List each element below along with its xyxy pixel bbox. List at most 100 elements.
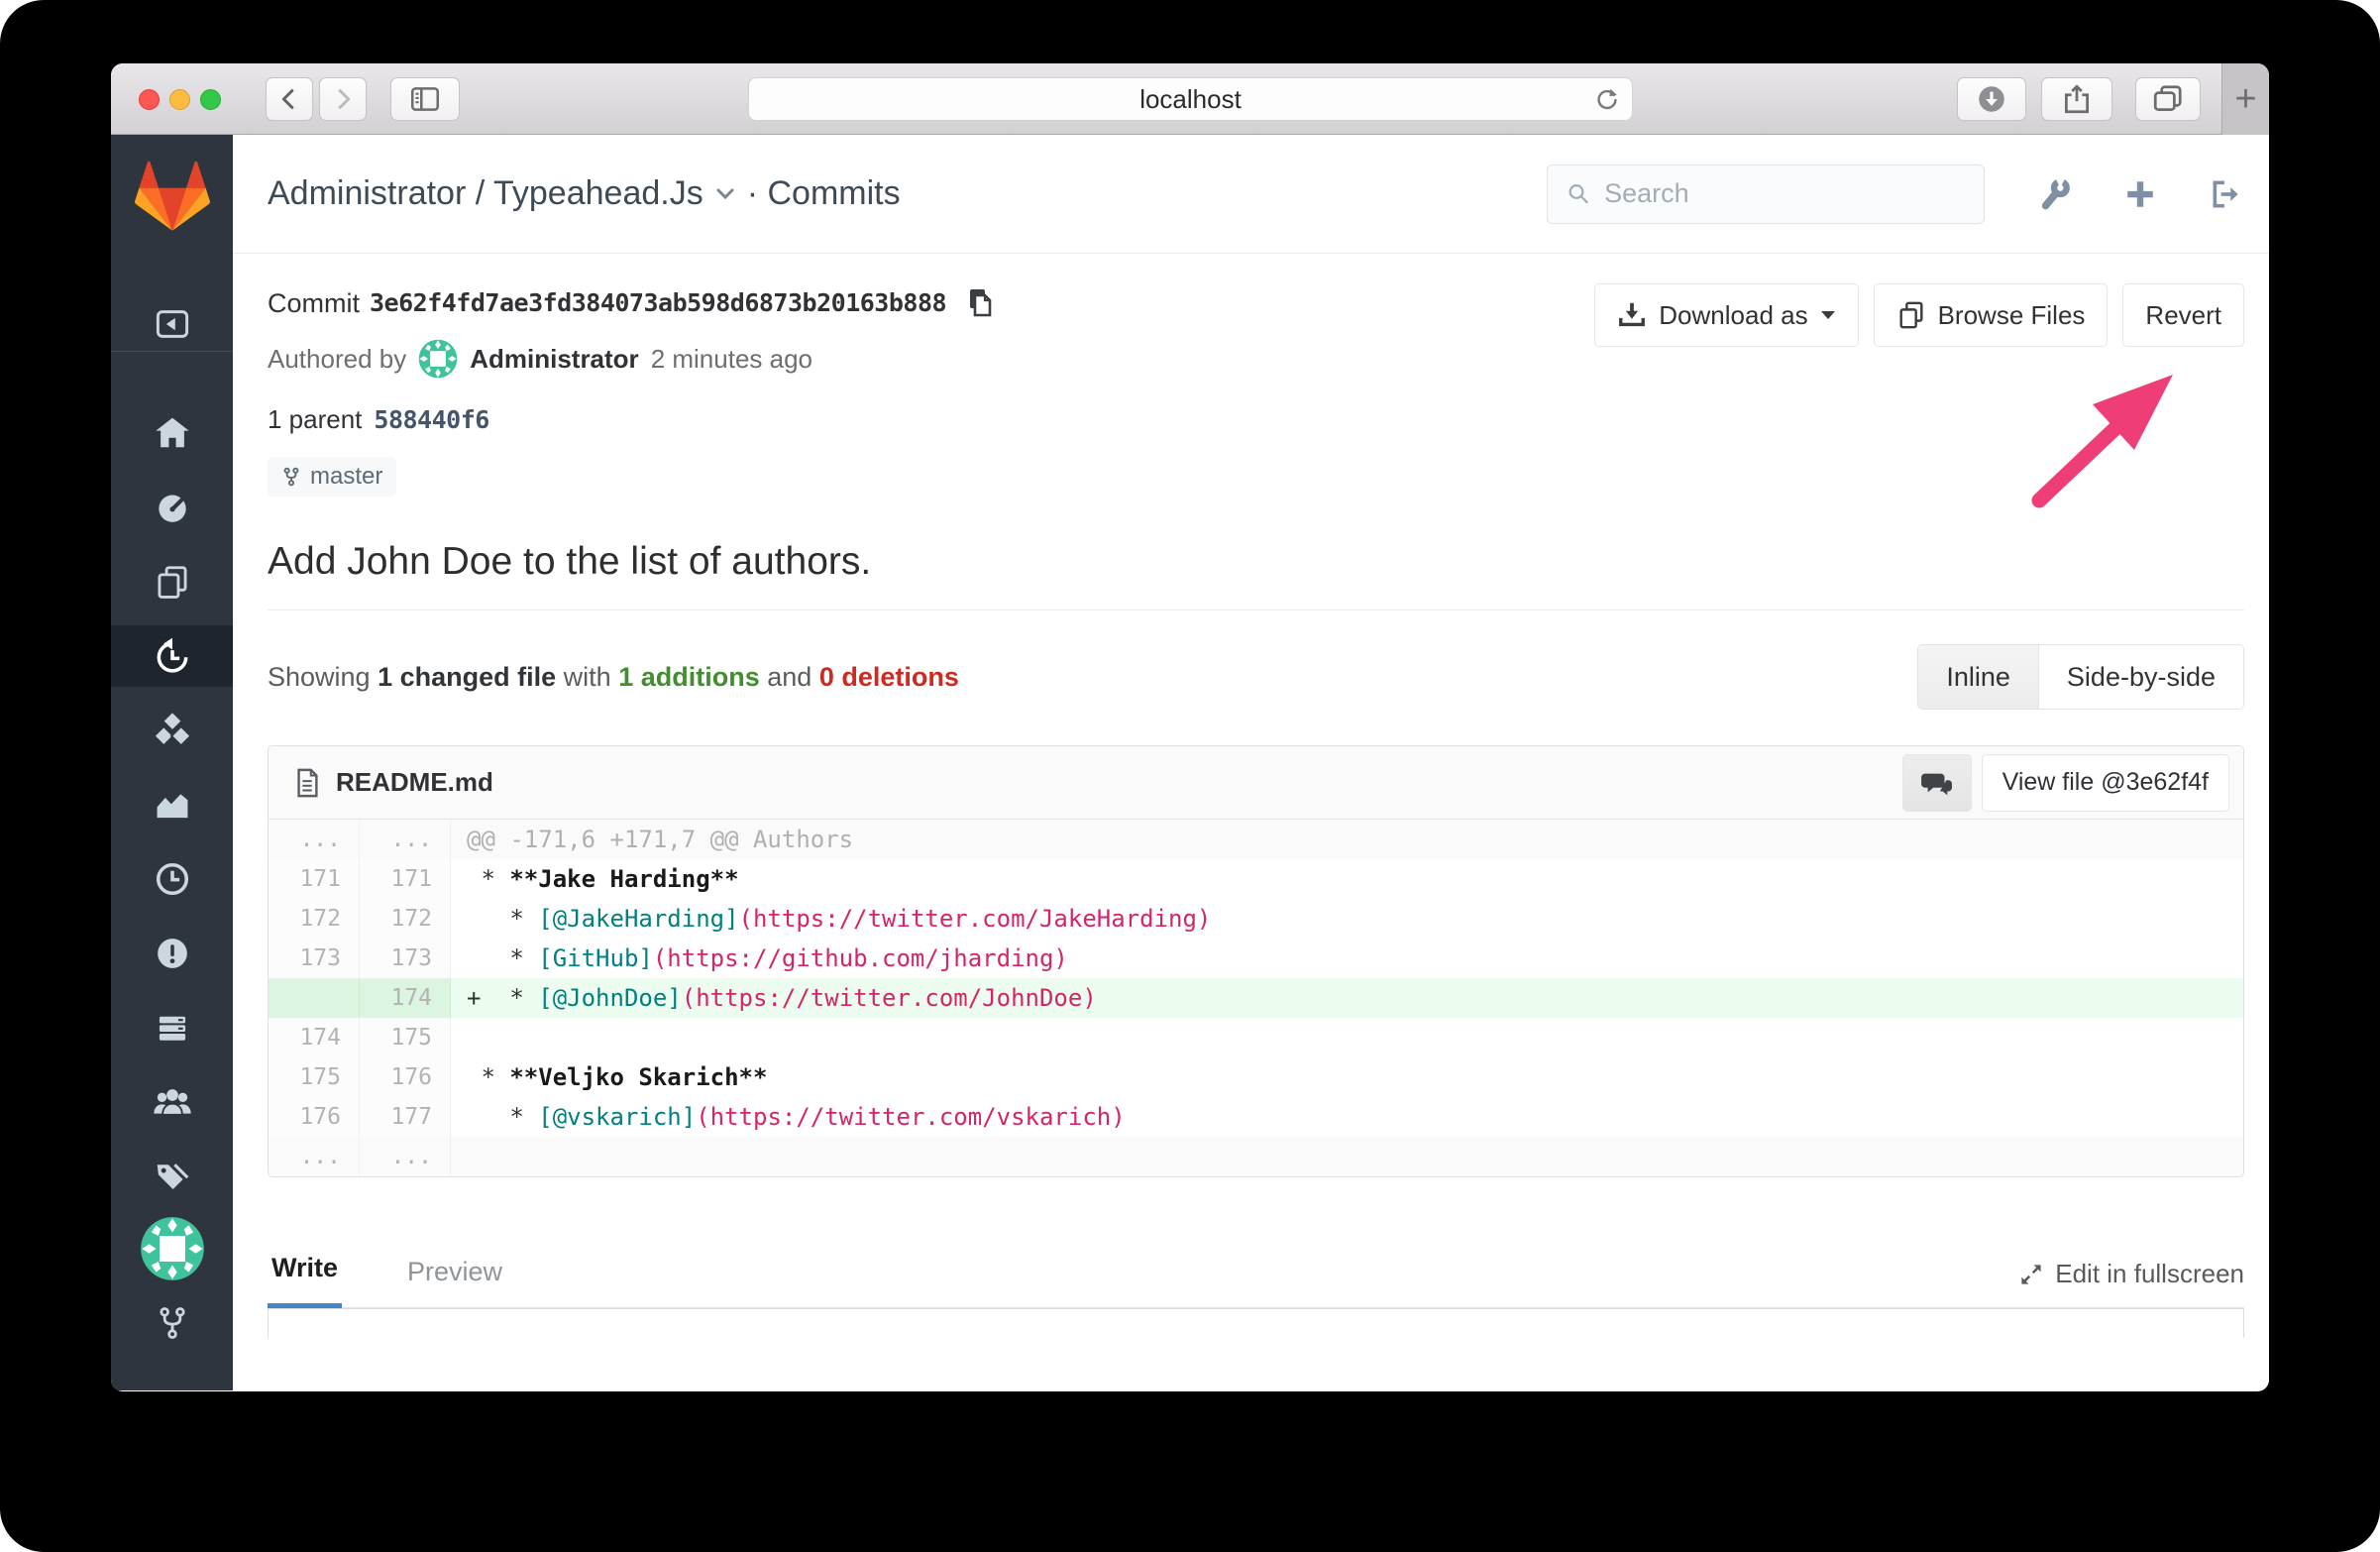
new-line-number[interactable]: 173 (360, 939, 451, 978)
old-line-number[interactable]: 174 (269, 1018, 360, 1057)
share-icon (2064, 84, 2090, 114)
close-window-button[interactable] (139, 89, 160, 110)
author-avatar[interactable] (418, 339, 458, 379)
old-line-number[interactable]: 172 (269, 899, 360, 939)
diff-code-line: @@ -171,6 +171,7 @@ Authors (451, 820, 2243, 859)
download-icon (1619, 302, 1646, 327)
old-line-number[interactable]: ... (269, 820, 360, 859)
sidebar-item-milestones[interactable] (111, 848, 233, 910)
edit-in-fullscreen-link[interactable]: Edit in fullscreen (2017, 1259, 2244, 1307)
copy-to-clipboard-icon[interactable] (962, 286, 994, 320)
search-box[interactable] (1547, 164, 1985, 224)
chevron-down-icon[interactable] (715, 187, 735, 201)
sidebar-item-members[interactable] (111, 1071, 233, 1133)
new-tab-button[interactable]: + (2221, 63, 2269, 135)
address-bar[interactable]: localhost (748, 77, 1633, 121)
sidebar-collapse-button[interactable] (111, 293, 233, 355)
diff-code-line: * [GitHub](https://github.com/jharding) (467, 944, 1068, 972)
edit-in-fullscreen-label: Edit in fullscreen (2055, 1259, 2244, 1288)
screenshot-canvas: localhost + Administrator / Typeahead.Js… (0, 0, 2380, 1552)
parent-sha-link[interactable]: 588440f6 (374, 405, 489, 434)
tab-overview-button[interactable] (2135, 77, 2201, 121)
files-copy-icon (158, 566, 186, 599)
caret-down-icon (1820, 311, 1835, 319)
refresh-icon (1597, 88, 1617, 110)
author-name[interactable]: Administrator (470, 344, 638, 375)
new-line-number[interactable]: 171 (360, 859, 451, 899)
sidebar-item-files[interactable] (111, 551, 233, 612)
tab-preview[interactable]: Preview (403, 1243, 506, 1307)
comment-textarea[interactable] (268, 1308, 2244, 1338)
old-line-number[interactable]: ... (269, 1137, 360, 1176)
old-line-number[interactable]: 171 (269, 859, 360, 899)
project-title[interactable]: Administrator / Typeahead.Js (268, 174, 703, 213)
sidebar-toggle-button[interactable] (390, 77, 460, 121)
new-line-number[interactable]: 177 (360, 1097, 451, 1137)
download-as-label: Download as (1659, 299, 1808, 330)
old-line-number[interactable]: 176 (269, 1097, 360, 1137)
tab-write[interactable]: Write (268, 1239, 343, 1308)
sidebar-item-fork[interactable] (111, 1292, 233, 1354)
parent-label: 1 parent (268, 404, 363, 434)
diff-row: 174 175 (269, 1018, 2243, 1057)
history-icon (157, 637, 187, 673)
sidebar-item-commits[interactable] (111, 625, 233, 687)
diff-code-line: * [@vskarich](https://twitter.com/vskari… (467, 1103, 1126, 1131)
sidebar-item-builds[interactable] (111, 700, 233, 761)
new-line-number[interactable]: 174 (360, 978, 451, 1018)
old-line-number[interactable]: 175 (269, 1057, 360, 1097)
view-file-button[interactable]: View file @3e62f4f (1981, 753, 2229, 812)
chevron-right-icon (338, 89, 351, 109)
side-by-side-toggle[interactable]: Side-by-side (2038, 645, 2243, 709)
diff-file-name[interactable]: README.md (336, 767, 493, 798)
sidebar-item-projects[interactable] (111, 402, 233, 464)
diff-row: ...... (269, 1137, 2243, 1176)
new-line-number[interactable]: 176 (360, 1057, 451, 1097)
comment-form-tabs: Write Preview Edit in fullscreen (268, 1239, 2244, 1308)
branch-badge[interactable]: master (268, 457, 397, 497)
commit-time: 2 minutes ago (650, 343, 813, 374)
minimize-window-button[interactable] (169, 89, 190, 110)
back-button[interactable] (266, 77, 313, 121)
diff-row: 173 173 * [GitHub](https://github.com/jha… (269, 939, 2243, 978)
share-button[interactable] (2041, 77, 2112, 121)
gitlab-logo[interactable] (111, 135, 233, 254)
old-line-number[interactable]: 173 (269, 939, 360, 978)
plus-icon (2127, 180, 2153, 207)
download-as-button[interactable]: Download as (1594, 283, 1859, 347)
downloads-button[interactable] (1957, 77, 2026, 121)
sidebar-item-activity[interactable] (111, 477, 233, 538)
sidebar-item-merge-requests[interactable] (111, 997, 233, 1058)
inline-toggle[interactable]: Inline (1918, 645, 2039, 709)
diff-view-toggle: Inline Side-by-side (1917, 644, 2244, 710)
wrench-icon (2041, 176, 2070, 209)
old-line-number[interactable] (269, 978, 360, 1018)
new-line-number[interactable]: ... (360, 820, 451, 859)
revert-button[interactable]: Revert (2122, 283, 2244, 347)
admin-area-button[interactable] (2036, 176, 2072, 212)
search-input[interactable] (1604, 178, 1966, 209)
sign-out-button[interactable] (2209, 176, 2244, 212)
sidebar-item-issues[interactable] (111, 923, 233, 984)
sidebar-divider (111, 351, 233, 352)
new-line-number[interactable]: 172 (360, 899, 451, 939)
diff-code-line: * [@JakeHarding](https://twitter.com/Jak… (467, 905, 1212, 933)
additions-count: 1 additions (618, 661, 760, 692)
new-project-button[interactable] (2123, 177, 2157, 211)
clock-icon (156, 862, 188, 896)
diff-row: 172 172 * [@JakeHarding](https://twitter.… (269, 899, 2243, 939)
sidebar-item-profile[interactable] (111, 1213, 233, 1284)
toggle-comments-button[interactable] (1901, 753, 1972, 812)
sidebar-item-graphs[interactable] (111, 774, 233, 835)
new-line-number[interactable]: ... (360, 1137, 451, 1176)
diff-row: ...... @@ -171,6 +171,7 @@ Authors (269, 820, 2243, 859)
diff-code-line: + * [@JohnDoe](https://twitter.com/JohnD… (451, 978, 2243, 1018)
refresh-button[interactable] (1592, 85, 1622, 115)
diff-table: ...... @@ -171,6 +171,7 @@ Authors 171 171 … (269, 820, 2243, 1176)
sidebar-item-labels[interactable] (111, 1146, 233, 1207)
browse-files-button[interactable]: Browse Files (1873, 283, 2109, 347)
forward-button[interactable] (319, 77, 367, 121)
new-line-number[interactable]: 175 (360, 1018, 451, 1057)
zoom-window-button[interactable] (200, 89, 221, 110)
breadcrumb: Administrator / Typeahead.Js · Commits (268, 174, 901, 213)
